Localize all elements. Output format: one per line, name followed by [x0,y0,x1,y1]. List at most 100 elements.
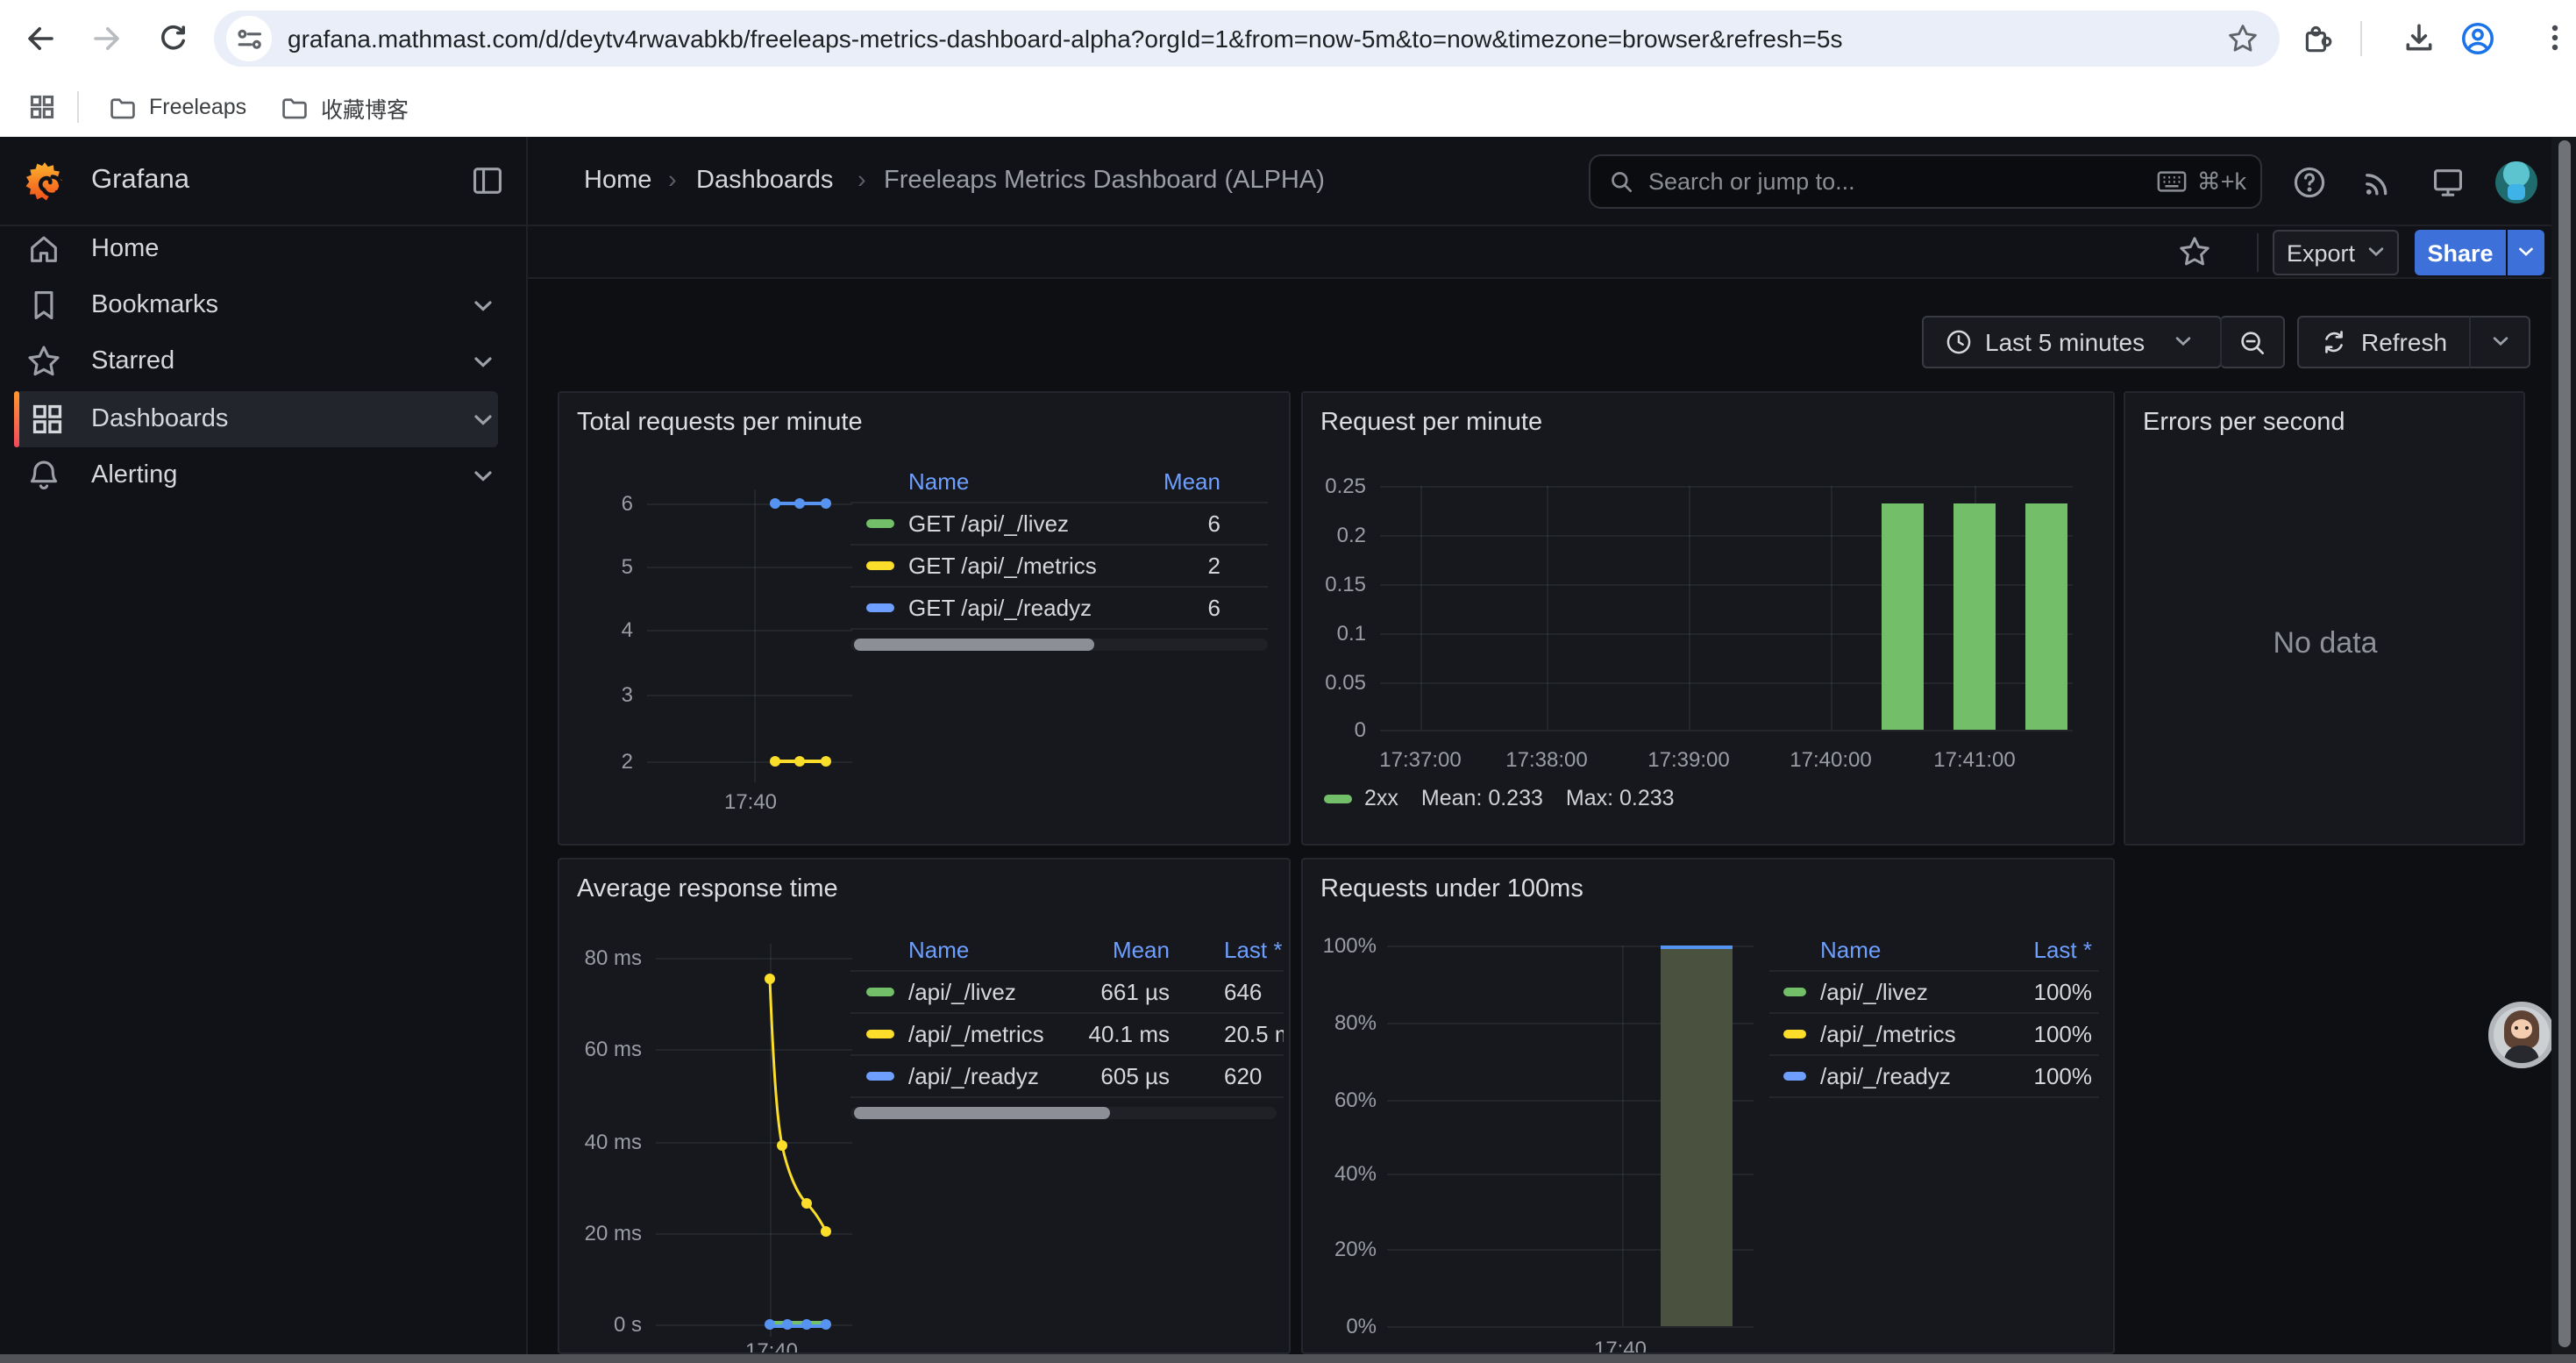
brand-name: Grafana [91,165,189,196]
x-tick: 17:40 [1594,1337,1647,1354]
monitor-icon[interactable] [2430,165,2466,200]
refresh-interval-dropdown[interactable] [2469,316,2530,368]
user-avatar[interactable] [2495,161,2537,203]
chevron-down-icon[interactable] [473,470,493,482]
series-swatch [866,603,894,612]
x-tick: 17:39:00 [1647,747,1729,772]
apps-grid-icon[interactable] [28,93,56,121]
share-button[interactable]: Share [2415,230,2506,275]
series-swatch [866,561,894,570]
help-icon[interactable] [2292,165,2327,200]
x-tick: 17:38:00 [1505,747,1587,772]
extensions-icon[interactable] [2301,23,2334,56]
dashboards-grid-icon [30,402,65,437]
series-swatch [866,1072,894,1081]
avatar-eye [2525,1026,2529,1030]
panel-title[interactable]: Errors per second [2143,409,2345,437]
legend-row[interactable]: /api/_/metrics 100% [1769,1014,2099,1056]
scrollbar-thumb[interactable] [2558,140,2571,1347]
favorite-star-icon[interactable] [2178,235,2211,268]
legend-header: Name Mean Last * [850,930,1284,972]
time-range-picker[interactable]: Last 5 minutes [1922,316,2222,368]
stacked-bar [1661,949,1733,1326]
back-icon[interactable] [25,23,56,54]
search-placeholder: Search or jump to... [1648,168,1855,195]
sidebar-item-dashboards[interactable]: Dashboards [0,391,526,447]
panel-title[interactable]: Request per minute [1320,409,1542,437]
sidebar-item-alerting[interactable]: Alerting [0,447,526,503]
zoom-out-button[interactable] [2220,316,2285,368]
grafana-logo-icon[interactable] [23,160,67,203]
url-bar[interactable]: grafana.mathmast.com/d/deytv4rwavabkb/fr… [214,11,2280,67]
chevron-down-icon[interactable] [473,414,493,426]
site-settings-icon[interactable] [226,16,272,61]
search-shortcut: ⌘+k [2157,168,2246,196]
panel-title[interactable]: Requests under 100ms [1320,875,1583,903]
chevron-down-icon[interactable] [473,300,493,312]
legend-row[interactable]: /api/_/livez 100% [1769,972,2099,1014]
url-text[interactable]: grafana.mathmast.com/d/deytv4rwavabkb/fr… [288,25,1842,53]
series-swatch [1783,1030,1806,1038]
series-swatch [1783,988,1806,996]
legend-row[interactable]: /api/_/readyz 605 µs 620 [850,1056,1284,1098]
bookmark-folder-blogs[interactable]: 收藏博客 [281,89,409,125]
sidebar-item-bookmarks[interactable]: Bookmarks [0,277,526,333]
legend-row[interactable]: GET /api/_/metrics 2 [850,546,1268,588]
zoom-out-icon [2238,327,2267,357]
folder-icon [281,94,309,120]
active-accent-bar [14,391,19,447]
forward-icon[interactable] [91,23,123,54]
bookmark-icon [26,288,61,323]
legend-scrollbar[interactable] [850,639,1268,651]
bell-icon [26,458,61,493]
breadcrumb-dashboards[interactable]: Dashboards [696,167,833,195]
bookmark-folder-label: Freeleaps [149,95,246,119]
breadcrumb-current: Freeleaps Metrics Dashboard (ALPHA) [884,167,1325,195]
no-data-message: No data [2273,626,2377,661]
sidebar-item-home[interactable]: Home [0,221,526,277]
y-tick: 20% [1303,1237,1377,1261]
legend[interactable]: 2xx Mean: 0.233 Max: 0.233 [1324,786,1675,810]
bookmark-folder-freeleaps[interactable]: Freeleaps [109,89,246,125]
export-button[interactable]: Export [2273,230,2399,275]
share-dropdown-button[interactable] [2508,230,2544,275]
home-icon [26,232,61,267]
chevron-down-icon [2518,247,2534,258]
series-swatch [866,1030,894,1038]
legend-row[interactable]: /api/_/livez 661 µs 646 [850,972,1284,1014]
download-icon[interactable] [2402,21,2436,54]
floating-assistant-avatar[interactable] [2488,1002,2555,1068]
y-tick: 0.05 [1303,670,1366,695]
y-tick: 40% [1303,1161,1377,1186]
search-input[interactable]: Search or jump to... ⌘+k [1589,154,2262,209]
legend-scrollbar[interactable] [850,1107,1277,1119]
kebab-menu-icon[interactable] [2539,21,2571,54]
breadcrumb-home[interactable]: Home [584,167,651,195]
legend-row[interactable]: /api/_/readyz 100% [1769,1056,2099,1098]
refresh-button[interactable]: Refresh [2297,316,2471,368]
y-tick: 60% [1303,1088,1377,1112]
legend-row[interactable]: GET /api/_/readyz 6 [850,588,1268,630]
legend-header: Name Mean [850,461,1268,503]
legend-row[interactable]: /api/_/metrics 40.1 ms 20.5 m [850,1014,1284,1056]
avatar-eye [2515,1026,2518,1030]
sidebar-item-starred[interactable]: Starred [0,333,526,389]
rss-news-icon[interactable] [2360,165,2395,200]
reload-icon[interactable] [158,23,189,54]
dock-sidebar-icon[interactable] [470,163,505,198]
panel-errors-per-second: Errors per second No data [2124,391,2525,846]
chevron-down-icon[interactable] [473,356,493,368]
bookmark-star-icon[interactable] [2227,23,2259,54]
search-icon [1608,168,1634,195]
x-tick: 17:41:00 [1933,747,2015,772]
bookmark-folder-label: 收藏博客 [321,90,409,124]
profile-icon[interactable] [2460,21,2495,56]
clock-icon [1945,328,1973,356]
toolbar-divider [2257,233,2259,272]
y-tick: 0.1 [1303,621,1366,646]
panel-total-requests: Total requests per minute 6 5 4 3 2 17:4… [558,391,1291,846]
panel-request-per-minute: Request per minute 0.25 0.2 0.15 0.1 0.0… [1301,391,2115,846]
browser-toolbar: grafana.mathmast.com/d/deytv4rwavabkb/fr… [0,0,2576,77]
grafana-app: Grafana Home › Dashboards › Freeleaps Me… [0,137,2576,1354]
legend-row[interactable]: GET /api/_/livez 6 [850,503,1268,546]
